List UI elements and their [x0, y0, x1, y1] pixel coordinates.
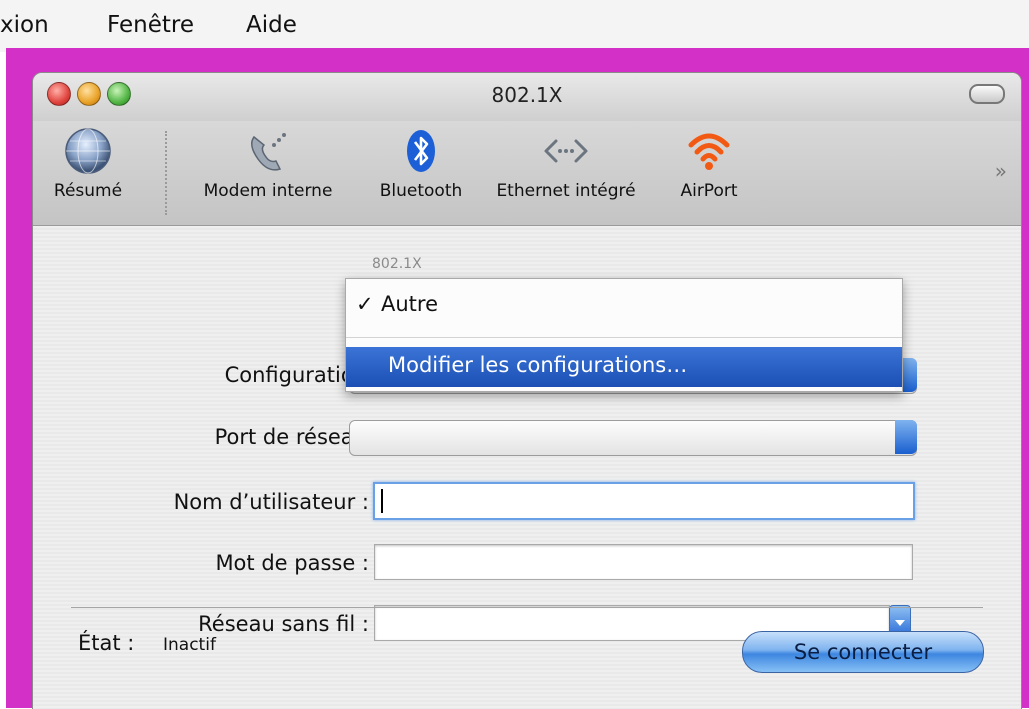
toolbar-item-bluetooth[interactable]: Bluetooth [367, 127, 475, 201]
title-bar[interactable]: 802.1X [33, 73, 1021, 121]
menu-header: 802.1X [372, 256, 422, 272]
menu-connexion[interactable]: xion [0, 12, 49, 38]
phone-icon [251, 133, 286, 171]
wireless-label: Réseau sans fil : [198, 612, 369, 636]
menu-item-modify-configurations[interactable]: Modifier les configurations… [346, 347, 902, 387]
connect-button[interactable]: Se connecter [742, 631, 984, 673]
popup-arrow-icon [895, 420, 917, 454]
menu-aide[interactable]: Aide [246, 12, 297, 38]
menu-fenetre[interactable]: Fenêtre [107, 12, 194, 38]
username-field[interactable] [373, 482, 915, 520]
toolbar-label-airport: AirPort [680, 181, 738, 201]
globe-icon [65, 128, 111, 174]
menu-item-label: Modifier les configurations… [388, 353, 688, 377]
password-field[interactable] [374, 544, 913, 580]
toolbar-item-resume[interactable]: Résumé [43, 127, 133, 201]
text-caret [381, 489, 383, 513]
password-label: Mot de passe : [215, 551, 369, 575]
toolbar-item-airport[interactable]: AirPort [659, 127, 759, 201]
toolbar-separator [165, 131, 167, 215]
window-title: 802.1X [491, 83, 563, 107]
status-value: Inactif [163, 635, 216, 655]
toolbar-label-resume: Résumé [53, 181, 123, 201]
wifi-icon [688, 133, 730, 170]
ethernet-icon [544, 139, 588, 163]
toolbar-label-modem: Modem interne [203, 181, 333, 201]
divider [71, 607, 983, 608]
username-label: Nom d’utilisateur : [173, 490, 369, 514]
menu-item-label: Autre [381, 292, 439, 316]
toolbar: Résumé Modem interne Bluetooth Ethernet … [33, 121, 1021, 226]
status-label: État : [78, 631, 135, 655]
toolbar-item-modem[interactable]: Modem interne [183, 127, 353, 201]
bluetooth-icon [407, 130, 435, 172]
toolbar-label-ethernet: Ethernet intégré [496, 181, 636, 201]
toolbar-label-bluetooth: Bluetooth [379, 181, 463, 201]
toolbar-toggle-button[interactable] [969, 84, 1005, 104]
port-label: Port de réseau [214, 425, 367, 449]
configuration-menu: ✓ Autre Modifier les configurations… [345, 278, 903, 392]
menu-separator [346, 337, 902, 338]
menu-item-autre[interactable]: ✓ Autre [346, 285, 902, 325]
toolbar-overflow-icon[interactable]: » [995, 159, 1007, 183]
port-popup[interactable] [349, 420, 917, 456]
checkmark-icon: ✓ [356, 292, 374, 316]
toolbar-item-ethernet[interactable]: Ethernet intégré [491, 127, 641, 201]
menu-bar: xion Fenêtre Aide [0, 0, 1029, 52]
